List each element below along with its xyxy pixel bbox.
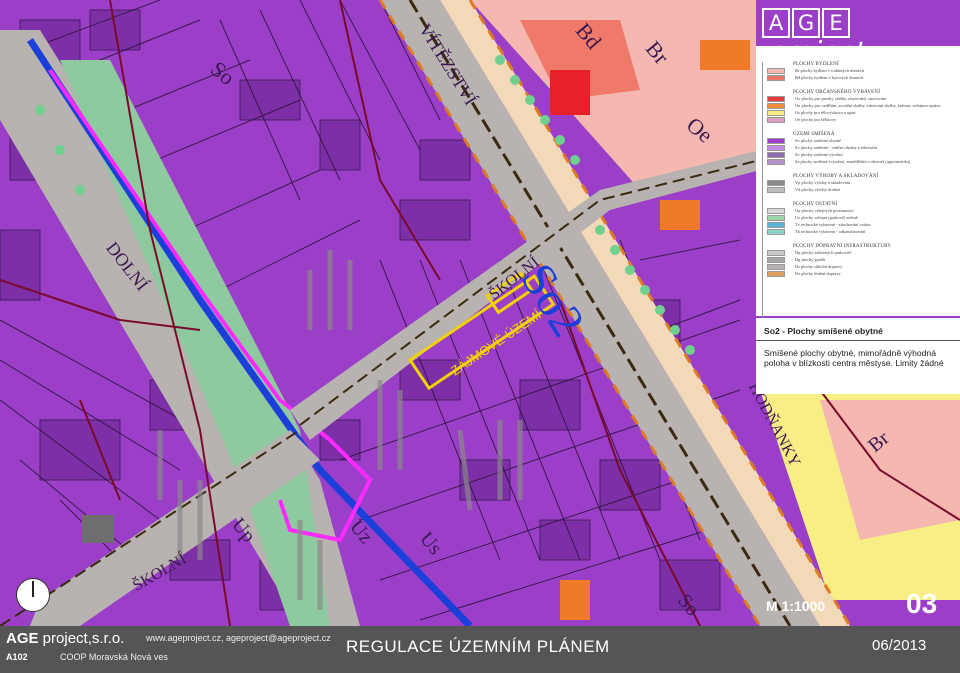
legend-item: Sv plochy smíšené - vnitřní obytný a rek…: [763, 144, 959, 151]
legend-group: PLOCHY OBČANSKÉHO VYBAVENÍ Ov plochy pro …: [763, 90, 959, 123]
legend-item-label: Oe plochy pro hřbitovy: [795, 117, 837, 122]
legend-swatch: [767, 214, 785, 221]
legend-group: PLOCHY OSTATNÍ Up plochy veřejných prostr…: [763, 202, 959, 235]
footer-client: COOP Moravská Nová ves: [60, 652, 168, 662]
legend-group: PLOCHY BYDLENÍ Br plochy bydlení v rodinn…: [763, 62, 959, 81]
map-scale: M 1:1000: [766, 598, 826, 614]
civic-building: [550, 70, 590, 115]
legend-item-label: Tv technické vybavení - zásobování vodou: [795, 222, 871, 227]
legend-swatch: [767, 207, 785, 214]
legend-item-label: Uz plochy veřejné (parkové) zeleně: [795, 215, 858, 220]
legend-item-label: Dz plochy drážní dopravy: [795, 271, 841, 276]
description-title: So2 - Plochy smíšené obytné: [764, 326, 883, 336]
legend-item: Oe plochy pro hřbitovy: [763, 116, 959, 123]
footer-web-link[interactable]: www.ageproject.cz, ageproject@ageproject…: [146, 633, 331, 643]
legend-item-label: Ou plochy pro vzdělání, sociální služby,…: [795, 103, 941, 108]
footer-document-title: REGULACE ÚZEMNÍM PLÁNEM: [346, 637, 610, 656]
footer-bar: AGE project,s.r.o. www.ageproject.cz, ag…: [0, 626, 960, 673]
logo-letter-a: A: [762, 8, 790, 38]
footer-brand: AGE project,s.r.o.: [6, 630, 124, 647]
legend-swatch: [767, 221, 785, 228]
footer-date: 06/2013: [872, 637, 927, 654]
legend-swatch: [767, 263, 785, 270]
legend-item-label: Bd plochy bydlení v bytových domech: [795, 75, 864, 80]
legend-swatch: [767, 74, 785, 81]
legend-item-label: Os plochy pro tělovýchovu a sport: [795, 110, 856, 115]
legend-item: Vd plochy výroby drobné: [763, 186, 959, 193]
legend-swatch: [767, 109, 785, 116]
legend-swatch: [767, 116, 785, 123]
legend-item: Dg plochy garáží: [763, 256, 959, 263]
legend-item-label: Sv plochy smíšené výrobní: [795, 152, 843, 157]
legend-group: PLOCHY DOPRAVNÍ INFRASTRUKTURY Dp plochy …: [763, 244, 959, 277]
legend-group: ÚZEMÍ SMÍŠENÁ So plochy smíšené obytné Sv …: [763, 132, 959, 165]
company-logo: AGEproject: [762, 8, 952, 66]
legend-item-label: Dp plochy zařízených parkovišť: [795, 250, 852, 255]
legend-item: Ov plochy pro prodej, služby, ubytování,…: [763, 95, 959, 102]
footer-brand-rest: project,s.r.o.: [38, 630, 125, 647]
legend-item: Sv plochy smíšené výrobní: [763, 151, 959, 158]
legend-swatch: [767, 95, 785, 102]
legend-swatch: [767, 270, 785, 277]
legend-item-label: Up plochy veřejných prostranství: [795, 208, 854, 213]
legend-list: PLOCHY BYDLENÍ Br plochy bydlení v rodinn…: [762, 62, 953, 324]
legend-item-label: Dg plochy garáží: [795, 257, 826, 262]
legend-item-label: Vp plochy výroby a skladování: [795, 180, 851, 185]
legend-item-label: Br plochy bydlení v rodinných domech: [795, 68, 864, 73]
logo-letter-e: E: [822, 8, 850, 38]
legend-item: Os plochy pro tělovýchovu a sport: [763, 109, 959, 116]
legend-item-label: Vd plochy výroby drobné: [795, 187, 841, 192]
legend-item: So plochy smíšené obytné: [763, 137, 959, 144]
legend-item: Ds plochy silniční dopravy: [763, 263, 959, 270]
legend-swatch: [767, 158, 785, 165]
legend-swatch: [767, 144, 785, 151]
description-text: Smíšené plochy obytné, mimořádně výhodná…: [764, 348, 944, 368]
legend-item: Bd plochy bydlení v bytových domech: [763, 74, 959, 81]
legend-group: PLOCHY VÝROBY A SKLADOVÁNÍ Vp plochy výro…: [763, 174, 959, 193]
legend-item-label: Tk technické vybavení - odkanalizování: [795, 229, 866, 234]
legend-swatch: [767, 67, 785, 74]
legend-swatch: [767, 151, 785, 158]
legend-item: Br plochy bydlení v rodinných domech: [763, 67, 959, 74]
legend-item: Ou plochy pro vzdělání, sociální služby,…: [763, 102, 959, 109]
gray-building: [82, 515, 114, 543]
north-arrow-icon: [16, 578, 50, 612]
legend-item: Sa plochy smíšené (výrobní, zemědělské a…: [763, 158, 959, 165]
legend-item: Uz plochy veřejné (parkové) zeleně: [763, 214, 959, 221]
legend-item-label: Ov plochy pro prodej, služby, ubytování,…: [795, 96, 887, 101]
legend-swatch: [767, 256, 785, 263]
logo-letter-g: G: [792, 8, 820, 38]
legend-panel: PLOCHY BYDLENÍ Br plochy bydlení v rodinn…: [756, 46, 960, 324]
legend-item-label: So plochy smíšené obytné: [795, 138, 841, 143]
legend-swatch: [767, 137, 785, 144]
legend-swatch: [767, 228, 785, 235]
description-divider: [756, 340, 960, 341]
sheet-number: 03: [906, 588, 938, 619]
legend-item: Dp plochy zařízených parkovišť: [763, 249, 959, 256]
legend-item: Up plochy veřejných prostranství: [763, 207, 959, 214]
legend-item-label: Sv plochy smíšené - vnitřní obytný a rek…: [795, 145, 878, 150]
legend-item: Dz plochy drážní dopravy: [763, 270, 959, 277]
legend-item: Tk technické vybavení - odkanalizování: [763, 228, 959, 235]
legend-swatch: [767, 102, 785, 109]
legend-swatch: [767, 179, 785, 186]
legend-swatch: [767, 249, 785, 256]
legend-item: Vp plochy výroby a skladování: [763, 179, 959, 186]
zone-description: So2 - Plochy smíšené obytné Smíšené ploc…: [756, 318, 960, 394]
legend-item: Tv technické vybavení - zásobování vodou: [763, 221, 959, 228]
legend-item-label: Ds plochy silniční dopravy: [795, 264, 843, 269]
legend-swatch: [767, 186, 785, 193]
legend-item-label: Sa plochy smíšené (výrobní, zemědělské a…: [795, 159, 911, 164]
footer-brand-bold: AGE: [6, 630, 39, 647]
footer-project-code: A102: [6, 652, 28, 662]
